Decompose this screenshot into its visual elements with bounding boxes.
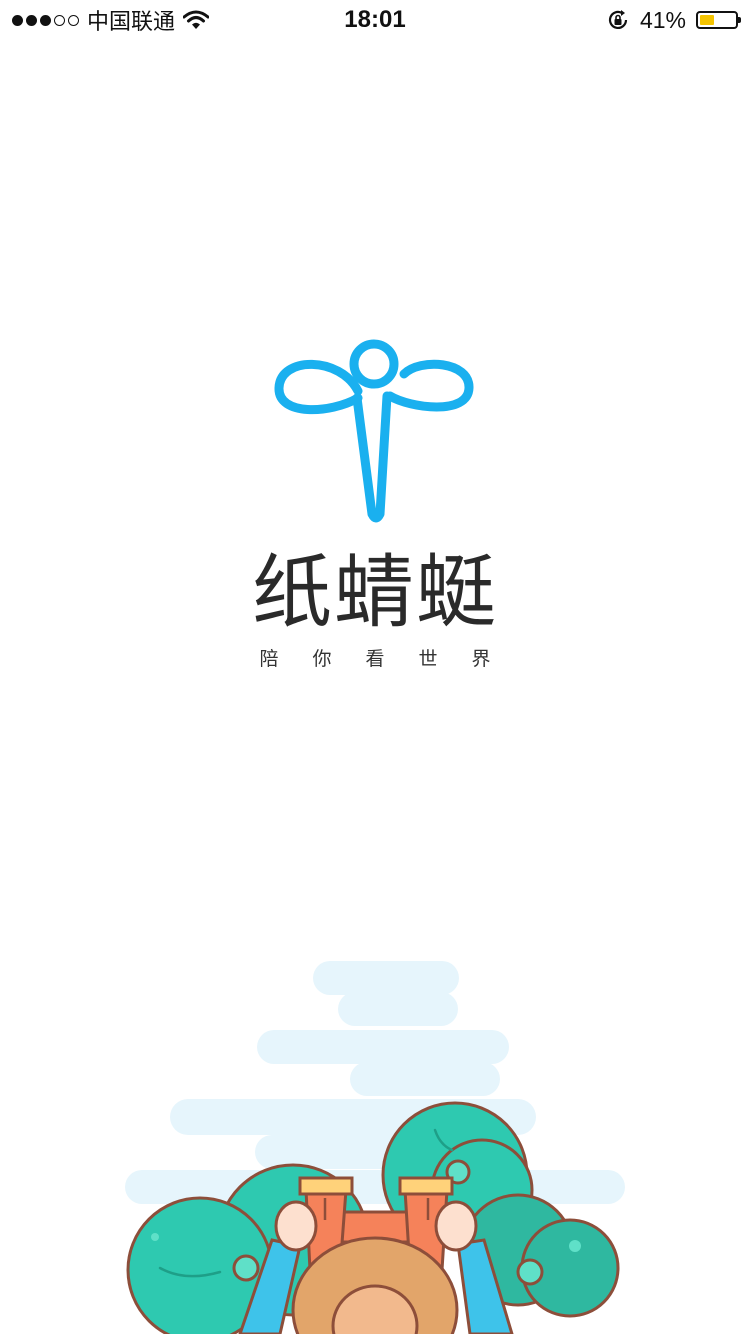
dragonfly-logo-icon xyxy=(274,339,474,523)
app-name: 纸蜻蜓 xyxy=(252,546,498,639)
traveler-illustration xyxy=(125,961,625,1334)
cloud-shapes xyxy=(125,961,625,1204)
battery-icon xyxy=(696,11,741,29)
battery-percent: 41% xyxy=(639,6,686,33)
rotation-lock-icon xyxy=(608,10,628,29)
tagline: 陪你看世界 xyxy=(259,648,525,670)
status-bar: 中国联通 18:01 41% xyxy=(0,0,750,40)
